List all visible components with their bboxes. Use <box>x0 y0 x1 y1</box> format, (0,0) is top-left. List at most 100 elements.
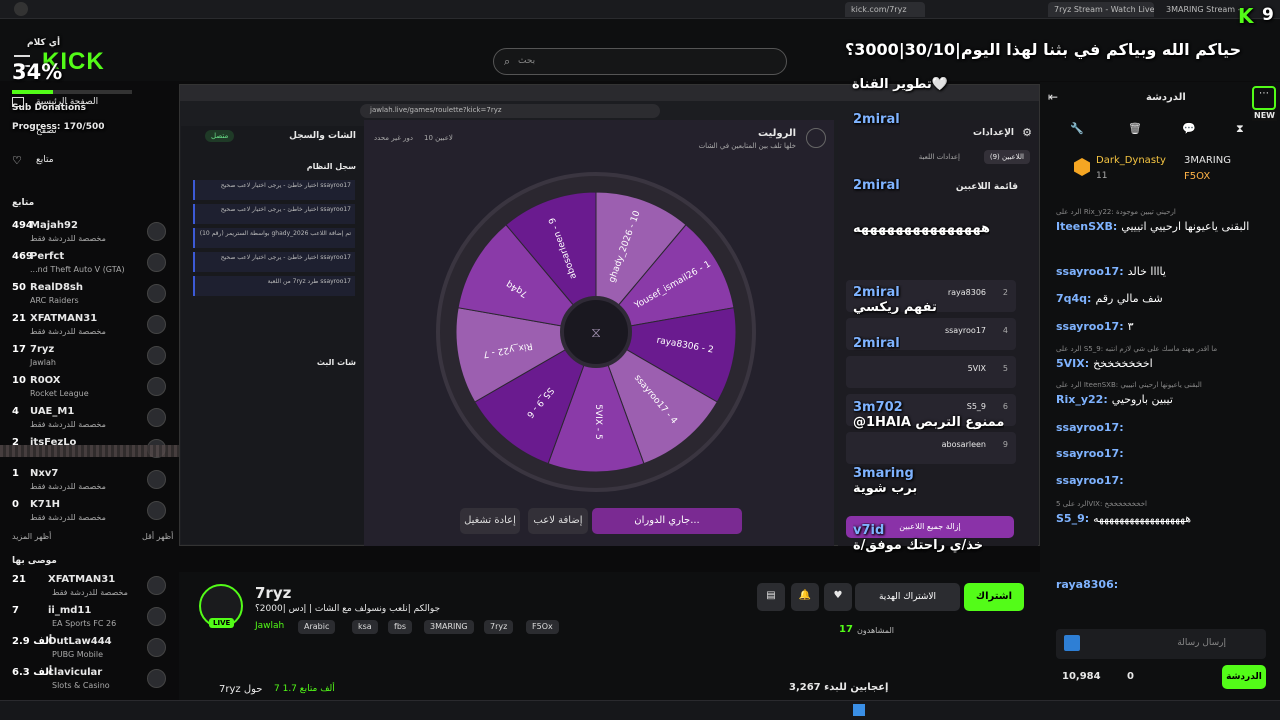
chat-username[interactable]: Rix_y22: <box>1056 393 1108 406</box>
channel-category: مخصصة للدردشة فقط <box>30 234 106 243</box>
overlay-banner: حياكم الله وبياكم في بثنا لهذا اليوم|30/… <box>845 40 1242 59</box>
heart-icon[interactable]: ♡ <box>12 154 22 167</box>
likes-start: 3,267 إعجابين للبدء <box>789 682 889 693</box>
clip-icon[interactable]: ▤ <box>757 583 785 611</box>
home-icon[interactable] <box>806 128 826 148</box>
hourglass-icon[interactable]: ⧗ <box>1236 122 1244 136</box>
home-icon[interactable] <box>12 97 24 107</box>
sidebar-channel[interactable]: 469 Perfct ...nd Theft Auto V (GTA) <box>0 249 179 279</box>
chat-username[interactable]: ssayroo17: <box>1056 320 1124 333</box>
gear-icon[interactable]: ⚙ <box>1022 126 1032 139</box>
chat-username[interactable]: IteenSXB: <box>1056 220 1117 233</box>
chat-username[interactable]: ssayroo17: <box>1056 474 1124 487</box>
sidebar-channel[interactable]: 0 K71H مخصصة للدردشة فقط <box>0 497 179 527</box>
nav-following[interactable]: متابع <box>36 155 54 165</box>
chat-text: البقنى ياعيونها ارحييي اتيييي <box>1121 220 1250 233</box>
send-chat-button[interactable]: الدردشة <box>1222 665 1266 689</box>
nav-home[interactable]: الصفحة الرئيسية <box>36 97 98 107</box>
trash-icon[interactable]: 🗑 <box>1128 122 1142 135</box>
streamer-name[interactable]: 7ryz <box>255 584 291 602</box>
player-row[interactable]: 5VIX 5 <box>846 356 1016 388</box>
chat-username[interactable]: S5_9: <box>1056 512 1089 525</box>
emote-icon[interactable] <box>1064 635 1080 651</box>
address-bar[interactable]: kick.com/7ryz <box>845 2 925 17</box>
follow-heart-icon[interactable]: ♥ <box>824 583 852 611</box>
chat-username[interactable]: raya8306: <box>1056 578 1118 591</box>
stream-tag[interactable]: F5Ox <box>526 620 559 634</box>
sidebar-channel[interactable]: 494 Majah92 مخصصة للدردشة فقط <box>0 218 179 248</box>
chat-panel: الدردشة ⇤ 🔧 🗑 💬 ⧗ ⋯ NEW <box>1040 82 1280 702</box>
sidebar-channel[interactable]: 10 R0OX Rocket League <box>0 373 179 403</box>
stream-tag[interactable]: 7ryz <box>484 620 514 634</box>
more-options-icon[interactable]: ⋯ <box>1252 86 1276 110</box>
pinned-user[interactable]: Dark_Dynasty <box>1096 155 1166 166</box>
recommended-channel[interactable]: 6.3 ألف clavicular Slots & Casino <box>0 665 179 695</box>
stream-tag[interactable]: fbs <box>388 620 413 634</box>
show-more-link[interactable]: أظهر المزيد <box>12 532 51 541</box>
roulette-wheel[interactable]: ghady_2026 - 10Yousef_ismail26 - 1raya83… <box>436 172 756 492</box>
chat-input[interactable]: إرسال رسالة <box>1056 629 1266 659</box>
log-entry: ssayroo17 اختيار خاطئ - يرجى اختيار لاعب… <box>193 252 355 272</box>
log-entry: ssayroo17 اختيار خاطئ - يرجى اختيار لاعب… <box>193 204 355 224</box>
chat-message: S5_9: ههههههههههههههههههه <box>1056 512 1191 525</box>
tab-7ryz[interactable]: 7ryz Stream - Watch Live on Kick <box>1048 2 1154 17</box>
chat-bubble-icon[interactable]: 💬 <box>1182 122 1196 135</box>
chat-username[interactable]: 7q4q: <box>1056 292 1091 305</box>
recommended-channel[interactable]: 7 ii_md11 EA Sports FC 26 <box>0 603 179 633</box>
turn-label: دور غير محدد <box>374 134 414 142</box>
channel-name: 7ryz <box>30 344 55 355</box>
spin-button[interactable]: جاري الدوران... <box>592 508 742 534</box>
inner-url-bar[interactable]: jawlah.live/games/roulette?kick=7ryz <box>360 104 660 118</box>
windows-start-icon[interactable] <box>853 704 865 716</box>
chat-reply-context: الرد على 5VIX: اخخخخخخخخخ <box>1056 500 1147 508</box>
chat-reply-context: الرد على Rix_y22: ارحيني تيبين موجودة <box>1056 208 1176 216</box>
player-number: 2 <box>1002 288 1008 297</box>
show-less-link[interactable]: أظهر أقل <box>142 532 173 541</box>
stream-tag[interactable]: 3MARING <box>424 620 474 634</box>
chat-username[interactable]: ssayroo17: <box>1056 421 1124 434</box>
roulette-panel: الروليت خلها تلف بين المتابعين في الشات … <box>364 120 834 546</box>
subscribe-button[interactable]: اشتراك <box>964 583 1024 611</box>
channel-name: UAE_M1 <box>30 406 75 417</box>
profile-icon[interactable] <box>14 2 28 16</box>
sidebar-channel[interactable]: 21 XFATMAN31 مخصصة للدردشة فقط <box>0 311 179 341</box>
search-input[interactable]: ⌕ بحث <box>493 48 787 75</box>
pinned-user[interactable]: F5OX <box>1184 171 1210 182</box>
tab-3maring[interactable]: 3MARING Stream - Watch Li... <box>1160 2 1242 17</box>
chat-username[interactable]: ssayroo17: <box>1056 265 1124 278</box>
chat-username[interactable]: ssayroo17: <box>1056 447 1124 460</box>
overlay-chat-user: v7id <box>853 523 885 538</box>
stream-category[interactable]: Jawlah <box>255 621 284 631</box>
recommended-channel[interactable]: 21 XFATMAN31 مخصصة للدردشة فقط <box>0 572 179 602</box>
sidebar-channel[interactable]: 4 UAE_M1 مخصصة للدردشة فقط <box>0 404 179 434</box>
channel-viewers: 2.9 ألف <box>12 636 53 647</box>
restart-button[interactable]: إعادة تشغيل <box>460 508 520 534</box>
tab-game-settings[interactable]: إعدادات اللعبة <box>919 153 960 161</box>
gift-subs-button[interactable]: الاشتراك الهدية <box>855 583 960 611</box>
nav-browse[interactable]: تصفح <box>36 126 57 136</box>
channel-category: مخصصة للدردشة فقط <box>30 327 106 336</box>
connected-badge: متصل <box>205 130 235 142</box>
search-icon: ⌕ <box>504 55 511 68</box>
channel-category: EA Sports FC 26 <box>52 619 117 628</box>
wrench-icon[interactable]: 🔧 <box>1070 122 1084 135</box>
tab-players[interactable]: اللاعبين (9) <box>983 150 1030 164</box>
overlay-chat-text: تفهم ريكسي <box>853 300 937 315</box>
stream-tag[interactable]: ksa <box>352 620 378 634</box>
recommended-channel[interactable]: 2.9 ألف OutLaw444 PUBG Mobile <box>0 634 179 664</box>
chat-username[interactable]: 5VIX: <box>1056 357 1089 370</box>
bell-icon[interactable]: 🔔 <box>791 583 819 611</box>
collapse-chat-icon[interactable]: ⇤ <box>1048 90 1058 104</box>
channel-avatar <box>147 638 166 657</box>
add-player-button[interactable]: إضافة لاعب <box>528 508 588 534</box>
channel-avatar <box>147 315 166 334</box>
channel-category: ARC Raiders <box>30 296 79 305</box>
stream-tag[interactable]: Arabic <box>298 620 336 634</box>
channel-avatar <box>147 501 166 520</box>
sidebar-channel[interactable]: 50 RealD8sh ARC Raiders <box>0 280 179 310</box>
channel-avatar <box>147 377 166 396</box>
sidebar-channel[interactable]: 1 Nxv7 مخصصة للدردشة فقط <box>0 466 179 496</box>
pinned-user[interactable]: 3MARING <box>1184 155 1231 166</box>
player-row[interactable]: abosarleen 9 <box>846 432 1016 464</box>
sidebar-channel[interactable]: 17 7ryz Jawlah <box>0 342 179 372</box>
